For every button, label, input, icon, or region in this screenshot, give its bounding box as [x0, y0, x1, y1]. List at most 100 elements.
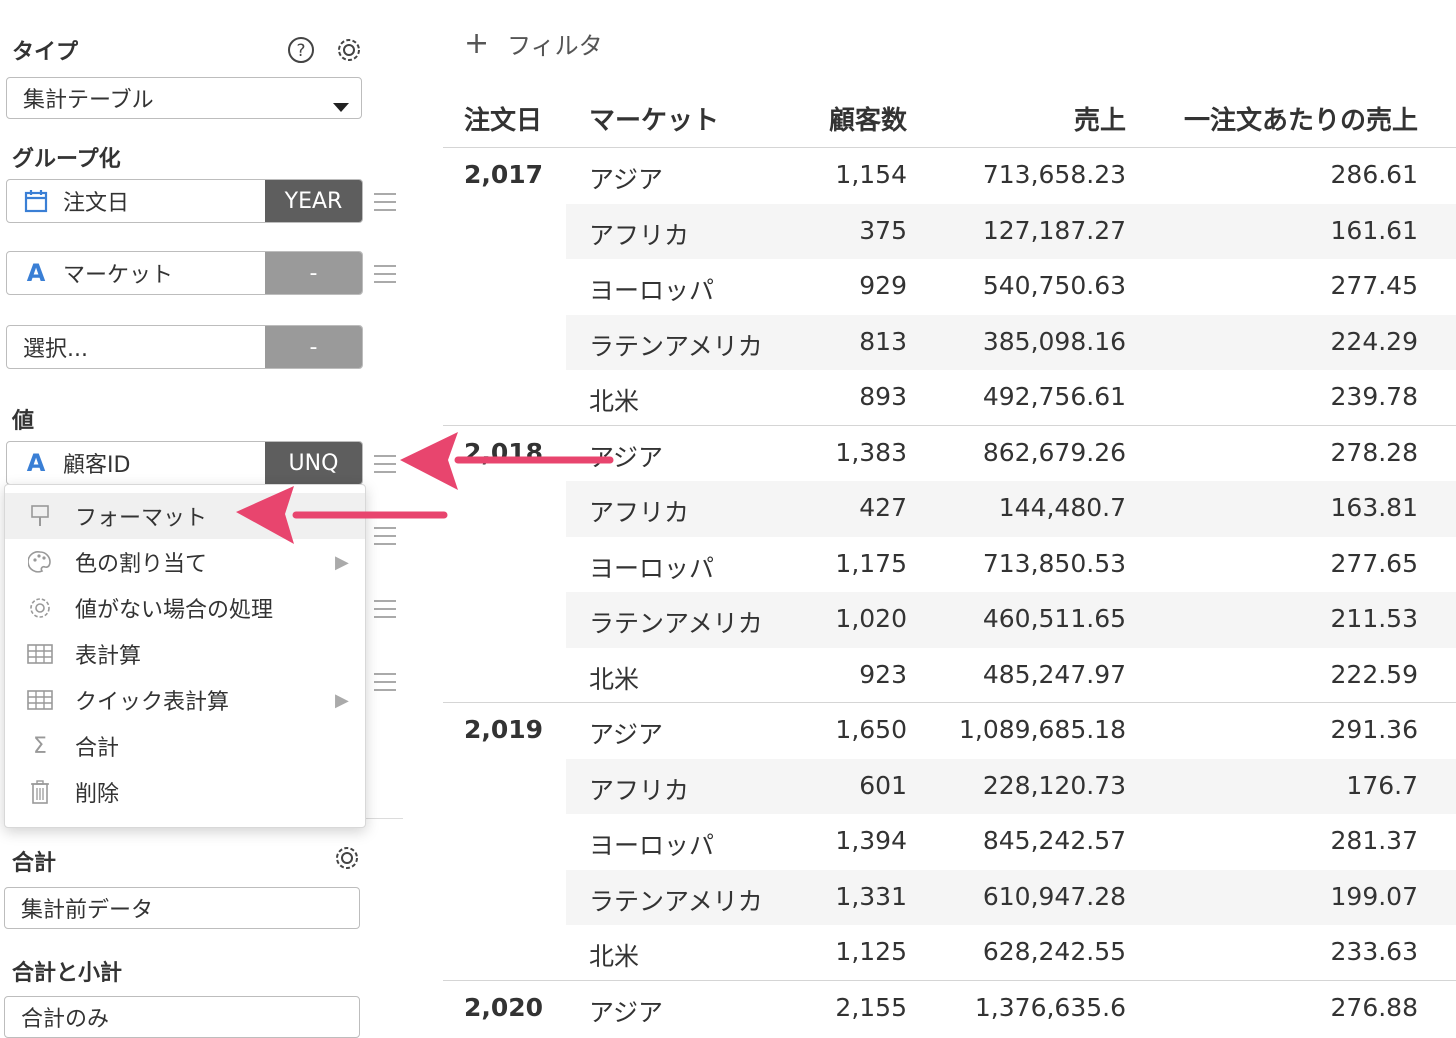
group-field-placeholder: 選択... — [23, 337, 88, 362]
sales-per-order-cell: 222.59 — [1330, 659, 1418, 689]
column-header-customers[interactable]: 顧客数 — [829, 100, 907, 137]
total-select[interactable]: 集計前データ — [4, 887, 360, 929]
sales-per-order-cell: 277.65 — [1330, 548, 1418, 578]
total-select-value: 集計前データ — [21, 898, 154, 923]
customers-cell: 1,394 — [835, 826, 907, 855]
group-divider — [443, 979, 1456, 981]
sales-cell: 713,850.53 — [982, 548, 1126, 578]
market-cell: ラテンアメリカ — [589, 609, 763, 638]
customers-cell: 893 — [859, 382, 907, 411]
menu-item-sum[interactable]: Σ 合計 — [5, 723, 365, 769]
market-cell: アフリカ — [589, 775, 690, 805]
sales-per-order-cell: 276.88 — [1330, 992, 1418, 1022]
group-field-market[interactable]: A マーケット - — [6, 251, 363, 295]
drag-handle-icon[interactable] — [374, 600, 396, 618]
drag-handle-icon[interactable] — [374, 673, 396, 691]
sales-cell: 628,242.55 — [982, 937, 1126, 966]
add-filter-button[interactable]: + フィルタ — [464, 26, 603, 61]
menu-item-format[interactable]: フォーマット — [5, 493, 365, 539]
sales-cell: 540,750.63 — [982, 271, 1126, 300]
customers-cell: 923 — [859, 659, 907, 689]
subtotal-select-value: 合計のみ — [21, 1007, 110, 1032]
drag-handle-icon[interactable] — [374, 527, 396, 545]
group-field-label: 注文日 — [63, 191, 130, 216]
customers-cell: 375 — [859, 215, 907, 245]
market-cell: アフリカ — [589, 220, 690, 250]
gear-icon[interactable] — [332, 843, 362, 873]
customers-cell: 427 — [859, 493, 907, 522]
market-cell: アジア — [589, 165, 664, 194]
sales-per-order-cell: 281.37 — [1330, 826, 1418, 855]
customers-cell: 1,125 — [835, 937, 907, 966]
sales-per-order-cell: 278.28 — [1330, 437, 1418, 467]
aggregation-tag-button[interactable]: - — [265, 326, 362, 368]
menu-item-color-assignment[interactable]: 色の割り当て ▶ — [5, 539, 365, 585]
column-header-order-date[interactable]: 注文日 — [464, 100, 542, 137]
type-select-value: 集計テーブル — [23, 88, 154, 113]
year-cell: 2,020 — [464, 992, 544, 1022]
field-context-menu: フォーマット 色の割り当て ▶ 値がない場合の処理 表計算 クイック表計算 ▶ … — [4, 484, 366, 828]
market-cell: ヨーロッパ — [589, 276, 715, 305]
group-divider — [443, 147, 1456, 148]
unq-tag-button[interactable]: UNQ — [265, 442, 362, 484]
total-label: 合計 — [12, 851, 57, 876]
market-cell: ヨーロッパ — [589, 553, 715, 583]
year-cell: 2,018 — [464, 437, 544, 467]
type-select[interactable]: 集計テーブル — [6, 77, 362, 119]
gear-icon — [5, 596, 75, 620]
group-divider — [443, 702, 1456, 703]
value-field-customer-id[interactable]: A 顧客ID UNQ — [6, 441, 363, 485]
sales-per-order-cell: 233.63 — [1330, 937, 1418, 966]
sales-cell: 1,089,685.18 — [959, 715, 1126, 744]
menu-item-quick-table-calculation[interactable]: クイック表計算 ▶ — [5, 677, 365, 723]
year-tag-button[interactable]: YEAR — [265, 180, 362, 222]
column-header-market[interactable]: マーケット — [589, 100, 719, 137]
group-label: グループ化 — [12, 147, 121, 172]
caret-down-icon — [333, 94, 349, 119]
column-header-sales-per-order[interactable]: 一注文あたりの売上 — [1184, 100, 1418, 137]
menu-item-table-calculation[interactable]: 表計算 — [5, 631, 365, 677]
market-cell: 北米 — [589, 664, 640, 694]
sales-cell: 228,120.73 — [982, 770, 1126, 800]
menu-item-delete[interactable]: 削除 — [5, 769, 365, 815]
paint-roller-icon — [5, 504, 75, 528]
gear-icon[interactable] — [334, 35, 364, 65]
trash-icon — [5, 780, 75, 804]
filter-label: フィルタ — [507, 32, 603, 60]
column-header-sales[interactable]: 売上 — [1074, 100, 1126, 137]
drag-handle-icon[interactable] — [374, 455, 396, 473]
table-icon — [5, 644, 75, 664]
sales-per-order-cell: 211.53 — [1330, 604, 1418, 633]
drag-handle-icon[interactable] — [374, 193, 396, 211]
year-cell: 2,019 — [464, 715, 544, 744]
sales-cell: 610,947.28 — [982, 881, 1126, 911]
drag-handle-icon[interactable] — [374, 265, 396, 283]
market-cell: ラテンアメリカ — [589, 331, 763, 361]
group-field-order-date[interactable]: 注文日 YEAR — [6, 179, 363, 223]
sales-cell: 144,480.7 — [998, 493, 1126, 522]
market-cell: ラテンアメリカ — [589, 886, 763, 916]
customers-cell: 1,175 — [835, 548, 907, 578]
customers-cell: 1,650 — [835, 715, 907, 744]
customers-cell: 1,331 — [835, 881, 907, 911]
subtotal-select[interactable]: 合計のみ — [4, 996, 360, 1038]
market-cell: アジア — [589, 720, 664, 749]
customers-cell: 2,155 — [835, 992, 907, 1022]
help-icon[interactable]: ? — [286, 35, 316, 65]
sales-per-order-cell: 239.78 — [1330, 382, 1418, 411]
value-field-label: 顧客ID — [63, 453, 131, 478]
aggregation-tag-button[interactable]: - — [265, 252, 362, 294]
group-field-select[interactable]: 選択... - — [6, 325, 363, 369]
menu-item-missing-values[interactable]: 値がない場合の処理 — [5, 585, 365, 631]
sales-cell: 862,679.26 — [982, 437, 1126, 467]
svg-text:?: ? — [296, 41, 305, 61]
chevron-right-icon: ▶ — [335, 689, 349, 711]
customers-cell: 1,020 — [835, 604, 907, 633]
calendar-icon — [23, 189, 49, 213]
sales-per-order-cell: 277.45 — [1330, 271, 1418, 300]
text-type-icon: A — [26, 259, 46, 287]
sales-per-order-cell: 286.61 — [1330, 160, 1418, 189]
sales-cell: 1,376,635.6 — [974, 992, 1126, 1022]
sales-cell: 492,756.61 — [982, 382, 1126, 411]
sales-per-order-cell: 161.61 — [1330, 215, 1418, 245]
